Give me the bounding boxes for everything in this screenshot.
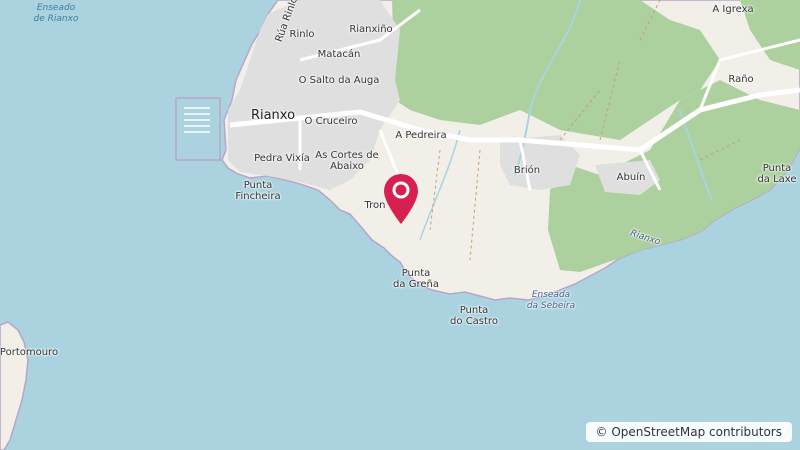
attribution-text: © OpenStreetMap contributors [595,425,782,439]
label-rianxo: Rianxo [250,108,296,123]
label-rano: Raño [728,74,754,85]
label-punta-da-grena: Punta da Greña [393,268,439,290]
map-canvas[interactable] [0,0,800,450]
label-enseado-rianxo: Enseado de Rianxo [33,3,79,24]
label-o-cruceiro: O Cruceiro [304,116,358,127]
label-o-salto-da-auga: O Salto da Auga [298,75,380,86]
label-pedra-vixia: Pedra Vixía [254,153,310,164]
land-portomouro [0,321,29,450]
label-brion: Brión [513,165,541,176]
map-pin-icon[interactable] [382,173,420,225]
label-punta-do-castro: Punta do Castro [450,305,498,327]
label-as-cortes-de-abaixo: As Cortes de Abaixo [315,150,379,172]
label-matacan: Matacán [317,49,361,60]
label-abuin: Abuín [616,172,646,183]
label-portomouro: Portomouro [0,347,59,358]
label-enseada-da-sebeira: Enseada da Sebeira [526,290,576,311]
label-a-pedreira: A Pedreira [395,130,447,141]
label-punta-da-laxe: Punta da Laxe [757,163,797,185]
label-rianxino: Rianxiño [349,24,393,35]
label-rinlo: Rinlo [289,29,315,40]
label-punta-fincheira: Punta Fincheira [235,180,281,202]
label-a-igrexa: A Igrexa [712,4,754,15]
attribution[interactable]: © OpenStreetMap contributors [585,422,792,442]
